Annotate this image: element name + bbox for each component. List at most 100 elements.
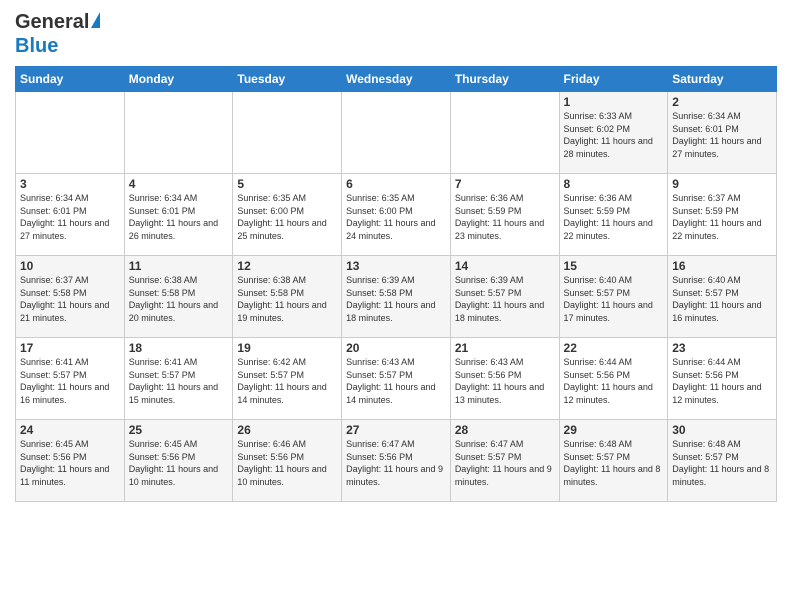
- calendar-cell: [233, 92, 342, 174]
- info-line: Daylight: 11 hours and 11 minutes.: [20, 463, 120, 488]
- info-line: Sunset: 5:56 PM: [672, 369, 772, 382]
- calendar-cell: 27Sunrise: 6:47 AMSunset: 5:56 PMDayligh…: [342, 420, 451, 502]
- day-info: Sunrise: 6:47 AMSunset: 5:57 PMDaylight:…: [455, 438, 555, 488]
- day-info: Sunrise: 6:34 AMSunset: 6:01 PMDaylight:…: [129, 192, 229, 242]
- info-line: Daylight: 11 hours and 8 minutes.: [564, 463, 664, 488]
- info-line: Sunrise: 6:42 AM: [237, 356, 337, 369]
- page-container: General Blue SundayMondayTuesdayWednesda…: [0, 0, 792, 512]
- header-day: Tuesday: [233, 67, 342, 92]
- header-day: Monday: [124, 67, 233, 92]
- calendar-cell: 18Sunrise: 6:41 AMSunset: 5:57 PMDayligh…: [124, 338, 233, 420]
- info-line: Sunset: 5:57 PM: [20, 369, 120, 382]
- info-line: Daylight: 11 hours and 27 minutes.: [20, 217, 120, 242]
- calendar-cell: 4Sunrise: 6:34 AMSunset: 6:01 PMDaylight…: [124, 174, 233, 256]
- calendar-cell: 8Sunrise: 6:36 AMSunset: 5:59 PMDaylight…: [559, 174, 668, 256]
- info-line: Sunrise: 6:48 AM: [672, 438, 772, 451]
- info-line: Sunset: 5:58 PM: [20, 287, 120, 300]
- info-line: Sunrise: 6:44 AM: [672, 356, 772, 369]
- info-line: Sunset: 5:57 PM: [455, 287, 555, 300]
- day-number: 24: [20, 423, 120, 437]
- info-line: Sunrise: 6:43 AM: [455, 356, 555, 369]
- calendar-cell: 3Sunrise: 6:34 AMSunset: 6:01 PMDaylight…: [16, 174, 125, 256]
- day-number: 19: [237, 341, 337, 355]
- info-line: Sunrise: 6:47 AM: [346, 438, 446, 451]
- calendar-cell: 20Sunrise: 6:43 AMSunset: 5:57 PMDayligh…: [342, 338, 451, 420]
- info-line: Daylight: 11 hours and 15 minutes.: [129, 381, 229, 406]
- day-info: Sunrise: 6:35 AMSunset: 6:00 PMDaylight:…: [346, 192, 446, 242]
- info-line: Sunrise: 6:47 AM: [455, 438, 555, 451]
- day-info: Sunrise: 6:39 AMSunset: 5:58 PMDaylight:…: [346, 274, 446, 324]
- calendar-cell: 9Sunrise: 6:37 AMSunset: 5:59 PMDaylight…: [668, 174, 777, 256]
- day-number: 7: [455, 177, 555, 191]
- day-number: 12: [237, 259, 337, 273]
- info-line: Sunrise: 6:34 AM: [129, 192, 229, 205]
- info-line: Daylight: 11 hours and 18 minutes.: [346, 299, 446, 324]
- info-line: Daylight: 11 hours and 16 minutes.: [20, 381, 120, 406]
- info-line: Daylight: 11 hours and 18 minutes.: [455, 299, 555, 324]
- day-info: Sunrise: 6:45 AMSunset: 5:56 PMDaylight:…: [20, 438, 120, 488]
- info-line: Daylight: 11 hours and 9 minutes.: [455, 463, 555, 488]
- info-line: Sunrise: 6:38 AM: [129, 274, 229, 287]
- info-line: Daylight: 11 hours and 27 minutes.: [672, 135, 772, 160]
- day-info: Sunrise: 6:43 AMSunset: 5:57 PMDaylight:…: [346, 356, 446, 406]
- info-line: Sunset: 5:56 PM: [455, 369, 555, 382]
- info-line: Sunrise: 6:41 AM: [20, 356, 120, 369]
- calendar-row: 17Sunrise: 6:41 AMSunset: 5:57 PMDayligh…: [16, 338, 777, 420]
- calendar-cell: 21Sunrise: 6:43 AMSunset: 5:56 PMDayligh…: [450, 338, 559, 420]
- info-line: Daylight: 11 hours and 22 minutes.: [672, 217, 772, 242]
- calendar-cell: [342, 92, 451, 174]
- day-info: Sunrise: 6:34 AMSunset: 6:01 PMDaylight:…: [672, 110, 772, 160]
- info-line: Daylight: 11 hours and 20 minutes.: [129, 299, 229, 324]
- info-line: Sunset: 5:57 PM: [129, 369, 229, 382]
- info-line: Sunrise: 6:40 AM: [564, 274, 664, 287]
- day-info: Sunrise: 6:36 AMSunset: 5:59 PMDaylight:…: [564, 192, 664, 242]
- info-line: Sunrise: 6:45 AM: [20, 438, 120, 451]
- calendar-cell: 24Sunrise: 6:45 AMSunset: 5:56 PMDayligh…: [16, 420, 125, 502]
- info-line: Sunrise: 6:40 AM: [672, 274, 772, 287]
- day-info: Sunrise: 6:45 AMSunset: 5:56 PMDaylight:…: [129, 438, 229, 488]
- day-number: 9: [672, 177, 772, 191]
- calendar-cell: [124, 92, 233, 174]
- day-info: Sunrise: 6:46 AMSunset: 5:56 PMDaylight:…: [237, 438, 337, 488]
- info-line: Daylight: 11 hours and 8 minutes.: [672, 463, 772, 488]
- calendar-cell: 6Sunrise: 6:35 AMSunset: 6:00 PMDaylight…: [342, 174, 451, 256]
- info-line: Sunset: 5:57 PM: [564, 451, 664, 464]
- day-info: Sunrise: 6:44 AMSunset: 5:56 PMDaylight:…: [672, 356, 772, 406]
- day-info: Sunrise: 6:48 AMSunset: 5:57 PMDaylight:…: [564, 438, 664, 488]
- info-line: Sunset: 5:57 PM: [672, 287, 772, 300]
- day-info: Sunrise: 6:41 AMSunset: 5:57 PMDaylight:…: [129, 356, 229, 406]
- calendar-cell: 2Sunrise: 6:34 AMSunset: 6:01 PMDaylight…: [668, 92, 777, 174]
- info-line: Daylight: 11 hours and 25 minutes.: [237, 217, 337, 242]
- day-info: Sunrise: 6:41 AMSunset: 5:57 PMDaylight:…: [20, 356, 120, 406]
- calendar-cell: 14Sunrise: 6:39 AMSunset: 5:57 PMDayligh…: [450, 256, 559, 338]
- day-number: 21: [455, 341, 555, 355]
- header-day: Saturday: [668, 67, 777, 92]
- info-line: Sunset: 5:59 PM: [564, 205, 664, 218]
- info-line: Sunrise: 6:44 AM: [564, 356, 664, 369]
- day-info: Sunrise: 6:39 AMSunset: 5:57 PMDaylight:…: [455, 274, 555, 324]
- logo-blue: Blue: [15, 34, 58, 58]
- calendar-cell: 15Sunrise: 6:40 AMSunset: 5:57 PMDayligh…: [559, 256, 668, 338]
- day-number: 5: [237, 177, 337, 191]
- info-line: Daylight: 11 hours and 12 minutes.: [672, 381, 772, 406]
- day-info: Sunrise: 6:33 AMSunset: 6:02 PMDaylight:…: [564, 110, 664, 160]
- day-number: 13: [346, 259, 446, 273]
- info-line: Sunset: 5:56 PM: [564, 369, 664, 382]
- calendar-cell: 12Sunrise: 6:38 AMSunset: 5:58 PMDayligh…: [233, 256, 342, 338]
- info-line: Sunrise: 6:37 AM: [672, 192, 772, 205]
- day-number: 30: [672, 423, 772, 437]
- info-line: Daylight: 11 hours and 16 minutes.: [672, 299, 772, 324]
- day-number: 11: [129, 259, 229, 273]
- info-line: Daylight: 11 hours and 9 minutes.: [346, 463, 446, 488]
- day-number: 14: [455, 259, 555, 273]
- day-info: Sunrise: 6:36 AMSunset: 5:59 PMDaylight:…: [455, 192, 555, 242]
- calendar-cell: 7Sunrise: 6:36 AMSunset: 5:59 PMDaylight…: [450, 174, 559, 256]
- info-line: Sunrise: 6:35 AM: [237, 192, 337, 205]
- day-number: 2: [672, 95, 772, 109]
- info-line: Daylight: 11 hours and 14 minutes.: [237, 381, 337, 406]
- calendar-cell: 1Sunrise: 6:33 AMSunset: 6:02 PMDaylight…: [559, 92, 668, 174]
- info-line: Daylight: 11 hours and 21 minutes.: [20, 299, 120, 324]
- day-number: 6: [346, 177, 446, 191]
- day-number: 29: [564, 423, 664, 437]
- info-line: Sunset: 6:01 PM: [672, 123, 772, 136]
